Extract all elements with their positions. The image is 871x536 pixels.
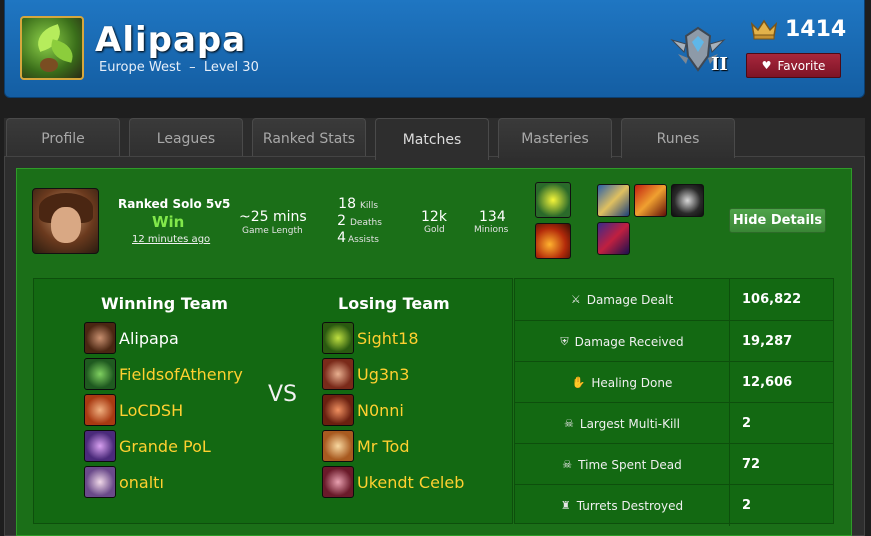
tab-matches[interactable]: Matches xyxy=(375,118,489,160)
champion-icon xyxy=(322,466,354,498)
champion-icon xyxy=(322,430,354,462)
stat-row: ⚔ Damage Dealt 106,822 xyxy=(515,279,833,320)
stat-value: 19,287 xyxy=(742,334,793,349)
game-length: ~25 mins xyxy=(239,209,307,225)
champion-icon xyxy=(84,322,116,354)
hand-icon: ✋ xyxy=(571,376,586,389)
game-length-label: Game Length xyxy=(242,226,303,236)
favorite-label: Favorite xyxy=(777,58,826,73)
winning-player-row[interactable]: onaltı xyxy=(84,466,164,498)
tab-masteries[interactable]: Masteries xyxy=(498,118,612,158)
heart-icon: ♥ xyxy=(761,59,772,72)
minions-label: Minions xyxy=(474,225,509,235)
crown-icon xyxy=(750,19,778,40)
gold-value: 12k xyxy=(421,209,447,225)
player-name[interactable]: Mr Tod xyxy=(357,437,409,456)
sword-icon: ⚔ xyxy=(570,293,581,306)
losing-team-title: Losing Team xyxy=(338,294,450,313)
player-name[interactable]: N0nni xyxy=(357,401,404,420)
item-blade-icon[interactable] xyxy=(597,184,630,217)
stat-row: ☠ Time Spent Dead 72 xyxy=(515,443,833,485)
ignite-spell-icon[interactable] xyxy=(535,223,571,259)
vs-label: VS xyxy=(268,382,298,407)
assists-label: Assists xyxy=(348,235,379,245)
tab-ranked-stats[interactable]: Ranked Stats xyxy=(252,118,366,158)
player-name[interactable]: Ukendt Celeb xyxy=(357,473,464,492)
stat-value: 106,822 xyxy=(742,292,802,307)
separator: – xyxy=(189,60,196,75)
winning-player-row[interactable]: Alipapa xyxy=(84,322,179,354)
league-points: 1414 xyxy=(785,17,847,42)
stat-label: Largest Multi-Kill xyxy=(579,416,680,431)
deaths-label: Deaths xyxy=(350,218,382,228)
match-result: Win xyxy=(152,213,185,231)
tier-division: II xyxy=(711,54,728,75)
stat-value: 12,606 xyxy=(742,375,793,390)
stat-row: ♜ Turrets Destroyed 2 xyxy=(515,484,833,526)
kills-label: Kills xyxy=(360,201,379,211)
item-hat-icon[interactable] xyxy=(597,222,630,255)
champion-icon xyxy=(84,358,116,390)
champion-icon xyxy=(84,394,116,426)
kills-value: 18 xyxy=(338,196,356,212)
summoner-avatar xyxy=(20,16,84,80)
champion-icon xyxy=(322,394,354,426)
losing-player-row[interactable]: Sight18 xyxy=(322,322,419,354)
minions-value: 134 xyxy=(479,209,506,225)
tab-profile[interactable]: Profile xyxy=(6,118,120,158)
stat-label: Time Spent Dead xyxy=(578,457,682,472)
deaths-value: 2 xyxy=(337,213,346,229)
stat-label: Damage Dealt xyxy=(586,292,674,307)
queue-type: Ranked Solo 5v5 xyxy=(118,197,231,211)
player-name[interactable]: Ug3n3 xyxy=(357,365,409,384)
champion-icon xyxy=(84,466,116,498)
shield-icon: ⛨ xyxy=(560,334,569,348)
champion-icon xyxy=(84,430,116,462)
stat-row: ⛨ Damage Received 19,287 xyxy=(515,320,833,362)
stat-value: 2 xyxy=(742,498,752,513)
stat-row: ✋ Healing Done 12,606 xyxy=(515,361,833,403)
stat-value: 72 xyxy=(742,457,761,472)
player-name[interactable]: LoCDSH xyxy=(119,401,183,420)
losing-player-row[interactable]: Mr Tod xyxy=(322,430,409,462)
item-sword-icon[interactable] xyxy=(634,184,667,217)
player-name[interactable]: Grande PoL xyxy=(119,437,211,456)
turret-icon: ♜ xyxy=(560,499,571,512)
gold-label: Gold xyxy=(424,225,445,235)
player-name[interactable]: FieldsofAthenry xyxy=(119,365,243,384)
losing-player-row[interactable]: Ug3n3 xyxy=(322,358,409,390)
winning-team-title: Winning Team xyxy=(101,294,228,313)
losing-player-row[interactable]: Ukendt Celeb xyxy=(322,466,464,498)
region-label: Europe West xyxy=(99,60,181,75)
match-time-ago: 12 minutes ago xyxy=(132,234,211,245)
player-subtitle: Europe West – Level 30 xyxy=(99,60,259,75)
item-boots-icon[interactable] xyxy=(671,184,704,217)
flash-spell-icon[interactable] xyxy=(535,182,571,218)
favorite-button[interactable]: ♥ Favorite xyxy=(746,53,841,78)
tab-leagues[interactable]: Leagues xyxy=(129,118,243,158)
stat-label: Damage Received xyxy=(574,334,684,349)
champion-icon xyxy=(322,322,354,354)
stat-value: 2 xyxy=(742,416,752,431)
winning-player-row[interactable]: LoCDSH xyxy=(84,394,183,426)
stat-label: Healing Done xyxy=(591,375,673,390)
stat-row: ☠ Largest Multi-Kill 2 xyxy=(515,402,833,444)
tab-runes[interactable]: Runes xyxy=(621,118,735,158)
player-name[interactable]: onaltı xyxy=(119,473,164,492)
player-name[interactable]: Sight18 xyxy=(357,329,419,348)
champion-icon xyxy=(322,358,354,390)
champion-portrait[interactable] xyxy=(32,188,99,254)
assists-value: 4 xyxy=(337,230,346,246)
winning-player-row[interactable]: Grande PoL xyxy=(84,430,211,462)
stat-label: Turrets Destroyed xyxy=(576,498,684,513)
hide-details-button[interactable]: Hide Details xyxy=(729,208,826,233)
level-label: Level 30 xyxy=(203,60,259,75)
skulls-icon: ☠ xyxy=(564,417,574,430)
player-name: Alipapa xyxy=(95,20,247,60)
skull-icon: ☠ xyxy=(562,458,573,471)
player-name[interactable]: Alipapa xyxy=(119,329,179,348)
losing-player-row[interactable]: N0nni xyxy=(322,394,404,426)
winning-player-row[interactable]: FieldsofAthenry xyxy=(84,358,243,390)
